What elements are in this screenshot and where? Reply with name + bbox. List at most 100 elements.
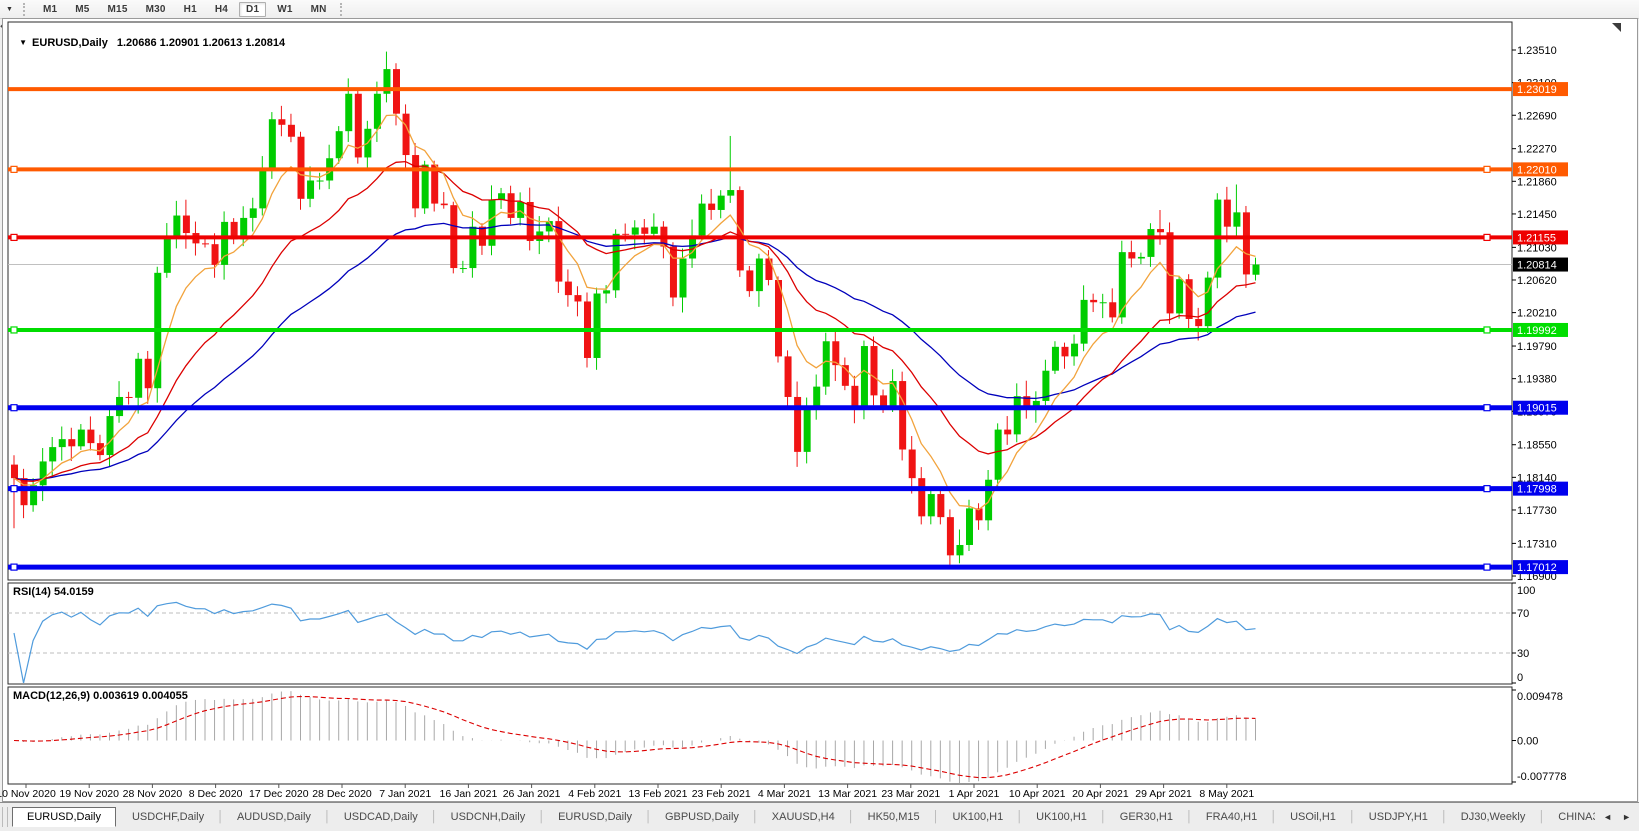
symbol-tab-usoil-h1[interactable]: USOil,H1 xyxy=(1278,808,1348,826)
pane-border xyxy=(8,22,1512,580)
chart-symbol-label: EURUSD,Daily xyxy=(32,37,108,49)
tab-divider: │ xyxy=(1348,811,1357,823)
rsi-tick-label: 100 xyxy=(1517,585,1535,597)
tab-divider: │ xyxy=(751,811,760,823)
line-handle[interactable] xyxy=(1484,405,1490,411)
symbol-tab-uk100-h1[interactable]: UK100,H1 xyxy=(1024,808,1099,826)
tabbar-grip xyxy=(2,807,8,827)
line-handle[interactable] xyxy=(1484,234,1490,240)
date-tick-label: 28 Nov 2020 xyxy=(123,788,183,800)
rsi-tick-label: 70 xyxy=(1517,608,1529,620)
line-handle[interactable] xyxy=(11,405,17,411)
tab-divider: │ xyxy=(430,811,439,823)
price-tag-label: 1.20814 xyxy=(1517,260,1557,272)
line-handle[interactable] xyxy=(11,486,17,492)
date-tick-label: 23 Mar 2021 xyxy=(881,788,940,800)
symbol-tabs: EURUSD,DailyUSDCHF,Daily│AUDUSD,Daily│US… xyxy=(12,803,1595,831)
timeframe-button-m15[interactable]: M15 xyxy=(101,2,135,17)
price-tick-label: 1.19380 xyxy=(1517,374,1557,386)
symbol-tab-china300-h1[interactable]: CHINA300,H1 xyxy=(1546,808,1595,826)
symbol-tab-dj30-weekly[interactable]: DJ30,Weekly xyxy=(1449,808,1538,826)
macd-tick-label: -0.007778 xyxy=(1517,771,1567,783)
date-axis: 10 Nov 202019 Nov 202028 Nov 20208 Dec 2… xyxy=(0,784,1254,800)
symbol-tab-fra40-h1[interactable]: FRA40,H1 xyxy=(1194,808,1269,826)
date-tick-label: 4 Feb 2021 xyxy=(568,788,621,800)
date-tick-label: 20 Apr 2021 xyxy=(1072,788,1129,800)
tabs-scroll-left-icon[interactable]: ◄ xyxy=(1603,812,1612,822)
tab-divider: │ xyxy=(1440,811,1449,823)
timeframe-button-m30[interactable]: M30 xyxy=(139,2,173,17)
scale-marker-icon[interactable] xyxy=(1612,23,1621,32)
timeframe-bar: M1 M5 M15 M30 H1 H4 D1 W1 MN xyxy=(34,2,336,17)
date-tick-label: 26 Jan 2021 xyxy=(503,788,561,800)
price-tick-label: 1.18550 xyxy=(1517,440,1557,452)
price-tick-label: 1.19790 xyxy=(1517,341,1557,353)
tab-divider: │ xyxy=(644,811,653,823)
date-tick-label: 7 Jan 2021 xyxy=(379,788,431,800)
symbol-tab-hk50-m15[interactable]: HK50,M15 xyxy=(856,808,932,826)
tabs-scroll-right-icon[interactable]: ► xyxy=(1622,812,1631,822)
macd-signal-line xyxy=(14,697,1256,778)
chevron-down-icon: ▼ xyxy=(6,6,13,13)
price-tick-label: 1.17310 xyxy=(1517,538,1557,550)
date-tick-label: 10 Nov 2020 xyxy=(0,788,56,800)
timeframe-button-w1[interactable]: W1 xyxy=(270,2,299,17)
timeframe-button-d1[interactable]: D1 xyxy=(239,2,266,17)
date-tick-label: 4 Mar 2021 xyxy=(758,788,811,800)
ma-fast-line xyxy=(14,115,1256,510)
timeframe-button-h4[interactable]: H4 xyxy=(208,2,235,17)
line-handle[interactable] xyxy=(11,234,17,240)
line-handle[interactable] xyxy=(1484,166,1490,172)
symbol-tab-ger30-h1[interactable]: GER30,H1 xyxy=(1108,808,1185,826)
date-tick-label: 13 Feb 2021 xyxy=(629,788,688,800)
timeframe-button-h1[interactable]: H1 xyxy=(177,2,204,17)
date-tick-label: 19 Nov 2020 xyxy=(59,788,119,800)
toolbar-grip xyxy=(340,3,347,16)
price-tick-label: 1.23510 xyxy=(1517,45,1557,57)
tab-divider: │ xyxy=(847,811,856,823)
date-tick-label: 29 Apr 2021 xyxy=(1135,788,1192,800)
price-tag-label: 1.21155 xyxy=(1517,232,1556,244)
rsi-line xyxy=(14,602,1256,683)
price-tag-label: 1.19992 xyxy=(1517,325,1557,337)
chart-tool-button[interactable]: ▼ xyxy=(0,1,19,17)
symbol-tab-uk100-h1[interactable]: UK100,H1 xyxy=(940,808,1015,826)
timeframe-button-m1[interactable]: M1 xyxy=(36,2,64,17)
macd-tick-label: 0.009478 xyxy=(1517,691,1563,703)
timeframe-button-mn[interactable]: MN xyxy=(304,2,334,17)
macd-tick-label: 0.00 xyxy=(1517,736,1538,748)
symbol-tab-usdjpy-h1[interactable]: USDJPY,H1 xyxy=(1357,808,1440,826)
chart-title: ▼EURUSD,Daily1.20686 1.20901 1.20613 1.2… xyxy=(13,25,285,49)
symbol-tab-audusd-daily[interactable]: AUDUSD,Daily xyxy=(225,808,323,826)
rsi-tick-label: 30 xyxy=(1517,648,1529,660)
price-axis: 1.235101.231001.226901.222701.218601.214… xyxy=(1512,45,1557,583)
toolbar-grip xyxy=(23,3,30,16)
symbol-tab-usdchf-daily[interactable]: USDCHF,Daily xyxy=(120,808,216,826)
symbol-tab-usdcad-daily[interactable]: USDCAD,Daily xyxy=(332,808,430,826)
rsi-tick-label: 0 xyxy=(1517,672,1523,684)
price-tick-label: 1.22270 xyxy=(1517,144,1557,156)
date-tick-label: 23 Feb 2021 xyxy=(692,788,751,800)
chart-dropdown-icon[interactable]: ▼ xyxy=(19,38,27,47)
line-handle[interactable] xyxy=(11,166,17,172)
line-handle[interactable] xyxy=(11,564,17,570)
line-handle[interactable] xyxy=(1484,564,1490,570)
top-toolbar: ▼ M1 M5 M15 M30 H1 H4 D1 W1 MN xyxy=(0,0,1639,19)
symbol-tab-xauusd-h4[interactable]: XAUUSD,H4 xyxy=(760,808,847,826)
line-handle[interactable] xyxy=(1484,486,1490,492)
symbol-tab-eurusd-daily[interactable]: EURUSD,Daily xyxy=(546,808,644,826)
line-handle[interactable] xyxy=(1484,327,1490,333)
date-tick-label: 1 Apr 2021 xyxy=(949,788,1000,800)
price-tick-label: 1.17730 xyxy=(1517,505,1557,517)
price-tag-label: 1.19015 xyxy=(1517,403,1557,415)
price-tag-label: 1.17012 xyxy=(1517,562,1557,574)
timeframe-button-m5[interactable]: M5 xyxy=(68,2,96,17)
price-chart[interactable]: 1.235101.231001.226901.222701.218601.214… xyxy=(0,18,1639,802)
line-handle[interactable] xyxy=(11,327,17,333)
symbol-tab-eurusd-daily[interactable]: EURUSD,Daily xyxy=(12,807,116,827)
price-tag-label: 1.17998 xyxy=(1517,484,1557,496)
date-tick-label: 17 Dec 2020 xyxy=(249,788,309,800)
tab-divider: │ xyxy=(1099,811,1108,823)
symbol-tab-gbpusd-daily[interactable]: GBPUSD,Daily xyxy=(653,808,751,826)
symbol-tab-usdcnh-daily[interactable]: USDCNH,Daily xyxy=(439,808,538,826)
